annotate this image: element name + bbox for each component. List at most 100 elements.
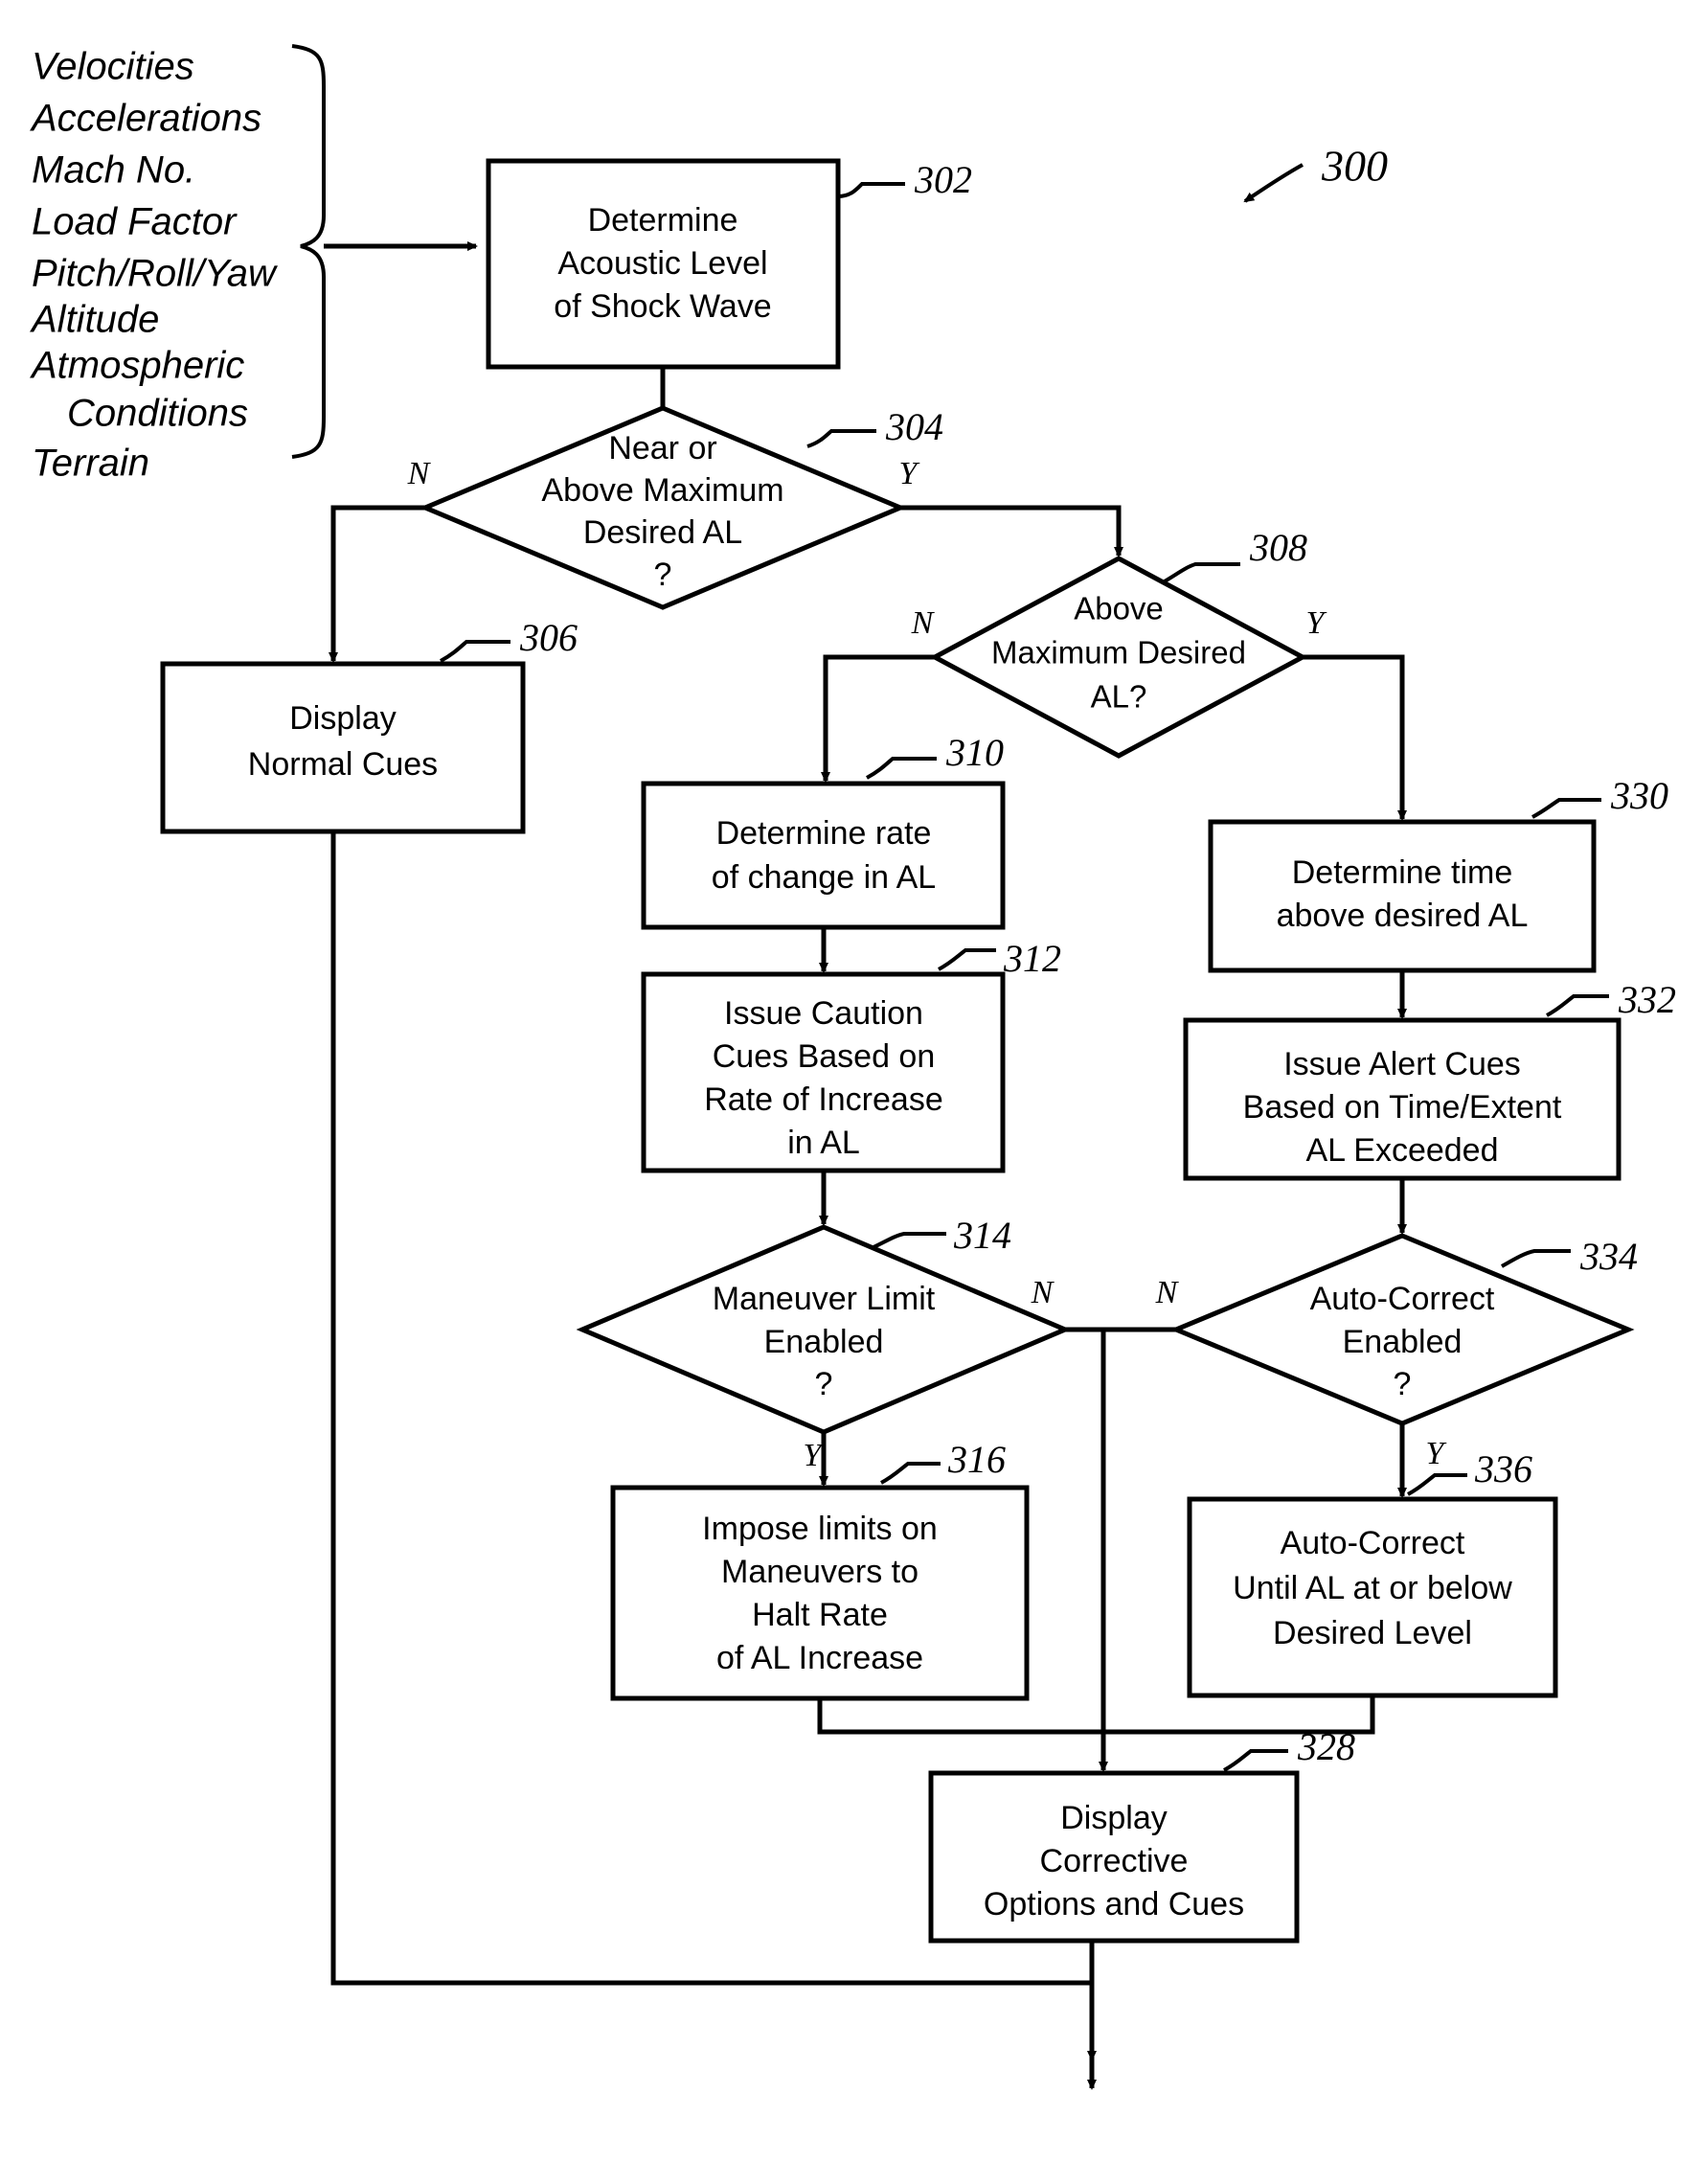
node-314-line-2: Enabled (764, 1324, 884, 1360)
node-306-line-1: Display (289, 700, 396, 737)
node-314-ref: 314 (953, 1214, 1011, 1257)
node-332: Issue Alert Cues Based on Time/Extent AL… (1183, 978, 1676, 1181)
node-310-ref: 310 (945, 731, 1004, 774)
input-item-terrain: Terrain (32, 443, 149, 485)
node-334-line-2: Enabled (1343, 1324, 1463, 1360)
node-302-line-1: Determine (588, 202, 738, 239)
node-306: Display Normal Cues 306 (160, 616, 578, 834)
edge-304-N-to-306 (329, 505, 425, 663)
node-316-line-1: Impose limits on (702, 1511, 938, 1547)
node-312-line-1: Issue Caution (724, 995, 923, 1032)
edge-308-N-to-310 (821, 654, 935, 783)
node-336: Auto-Correct Until AL at or below Desire… (1187, 1447, 1558, 1698)
node-334-branch-yes: Y (1426, 1436, 1447, 1471)
node-328: Display Corrective Options and Cues 328 (928, 1725, 1355, 1944)
node-310-box (641, 781, 1006, 930)
node-314-branch-yes: Y (804, 1438, 825, 1473)
node-304-line-3: Desired AL (583, 514, 742, 551)
node-304-line-4: ? (654, 557, 672, 593)
input-item-mach-no: Mach No. (32, 149, 195, 192)
input-item-altitude: Altitude (30, 299, 159, 341)
node-332-ref: 332 (1618, 978, 1676, 1021)
node-312-line-3: Rate of Increase (704, 1081, 942, 1118)
patent-flowchart-figure: Velocities Accelerations Mach No. Load F… (0, 0, 1701, 2184)
node-308-leader (1162, 562, 1240, 584)
input-item-accelerations: Accelerations (30, 98, 261, 140)
node-334-branch-no: N (1155, 1275, 1180, 1310)
node-308-line-2: Maximum Desired (991, 635, 1246, 671)
edge-308-Y-to-330 (1303, 654, 1407, 821)
node-328-line-1: Display (1060, 1800, 1167, 1836)
input-item-conditions: Conditions (67, 393, 248, 435)
node-304-line-1: Near or (608, 430, 716, 466)
node-302-ref: 302 (914, 158, 972, 201)
node-312-line-4: in AL (787, 1125, 860, 1161)
node-334: Auto-Correct Enabled ? 334 N Y (1155, 1233, 1638, 1471)
node-302-line-3: of Shock Wave (554, 288, 771, 325)
node-328-leader (1223, 1749, 1288, 1772)
node-330-ref: 330 (1610, 774, 1668, 817)
node-304-leader (806, 429, 876, 448)
node-328-ref: 328 (1297, 1725, 1355, 1768)
edge-304-Y-to-308 (900, 505, 1123, 557)
node-332-leader (1546, 994, 1609, 1017)
node-336-leader (1407, 1473, 1467, 1496)
node-308-branch-no: N (911, 605, 936, 641)
node-336-line-1: Auto-Correct (1281, 1525, 1465, 1561)
input-item-velocities: Velocities (32, 46, 194, 88)
node-310-line-1: Determine rate (716, 815, 932, 852)
node-316-line-4: of AL Increase (716, 1640, 923, 1676)
node-316-line-3: Halt Rate (752, 1597, 888, 1633)
node-334-ref: 334 (1579, 1235, 1638, 1278)
input-item-atmospheric: Atmospheric (30, 345, 244, 387)
node-304-line-2: Above Maximum (541, 472, 783, 509)
node-310-line-2: of change in AL (712, 859, 936, 896)
node-314-leader (871, 1232, 946, 1250)
node-308-branch-yes: Y (1306, 605, 1327, 641)
node-316: Impose limits on Maneuvers to Halt Rate … (610, 1438, 1030, 1701)
node-314-line-3: ? (815, 1366, 833, 1402)
node-312: Issue Caution Cues Based on Rate of Incr… (641, 937, 1061, 1173)
node-332-line-3: AL Exceeded (1306, 1132, 1499, 1169)
node-304: Near or Above Maximum Desired AL ? 304 N… (407, 405, 943, 610)
node-332-line-2: Based on Time/Extent (1243, 1089, 1562, 1126)
figure-ref-300-arrow (1243, 163, 1304, 203)
node-330-line-1: Determine time (1292, 854, 1513, 891)
node-316-ref: 316 (947, 1438, 1006, 1481)
node-308-line-1: Above (1074, 591, 1164, 626)
node-316-leader (880, 1462, 941, 1485)
node-330-line-2: above desired AL (1277, 898, 1529, 934)
node-304-ref: 304 (885, 405, 943, 448)
node-334-line-1: Auto-Correct (1310, 1281, 1495, 1317)
node-336-line-2: Until AL at or below (1233, 1570, 1512, 1606)
node-302-leader (837, 182, 905, 198)
node-314-branch-no: N (1031, 1275, 1055, 1310)
node-330-leader (1531, 798, 1601, 819)
input-item-load-factor: Load Factor (32, 201, 238, 243)
input-brace (291, 44, 326, 459)
flowchart-canvas: Velocities Accelerations Mach No. Load F… (30, 44, 1676, 2090)
node-302: Determine Acoustic Level of Shock Wave 3… (486, 158, 972, 370)
node-306-line-2: Normal Cues (248, 746, 438, 783)
node-312-leader (938, 948, 996, 971)
node-304-branch-no: N (407, 456, 432, 491)
node-308: Above Maximum Desired AL? 308 N Y (911, 526, 1327, 759)
node-314-line-1: Maneuver Limit (713, 1281, 936, 1317)
input-parameter-list: Velocities Accelerations Mach No. Load F… (30, 46, 279, 485)
node-332-line-1: Issue Alert Cues (1283, 1046, 1521, 1082)
input-item-pitch-roll-yaw: Pitch/Roll/Yaw (32, 253, 279, 295)
node-334-line-3: ? (1394, 1366, 1412, 1402)
node-306-ref: 306 (519, 616, 578, 659)
figure-ref-300-group: 300 (1243, 142, 1388, 203)
node-334-leader (1501, 1249, 1571, 1268)
node-328-line-3: Options and Cues (984, 1886, 1244, 1922)
node-312-line-2: Cues Based on (713, 1038, 936, 1075)
node-304-branch-yes: Y (899, 456, 920, 491)
node-306-leader (440, 640, 510, 663)
node-312-ref: 312 (1003, 937, 1061, 980)
node-308-line-3: AL? (1091, 679, 1147, 715)
figure-ref-300: 300 (1321, 142, 1388, 191)
node-336-line-3: Desired Level (1273, 1615, 1472, 1651)
node-302-line-2: Acoustic Level (557, 245, 767, 282)
node-328-line-2: Corrective (1040, 1843, 1189, 1879)
